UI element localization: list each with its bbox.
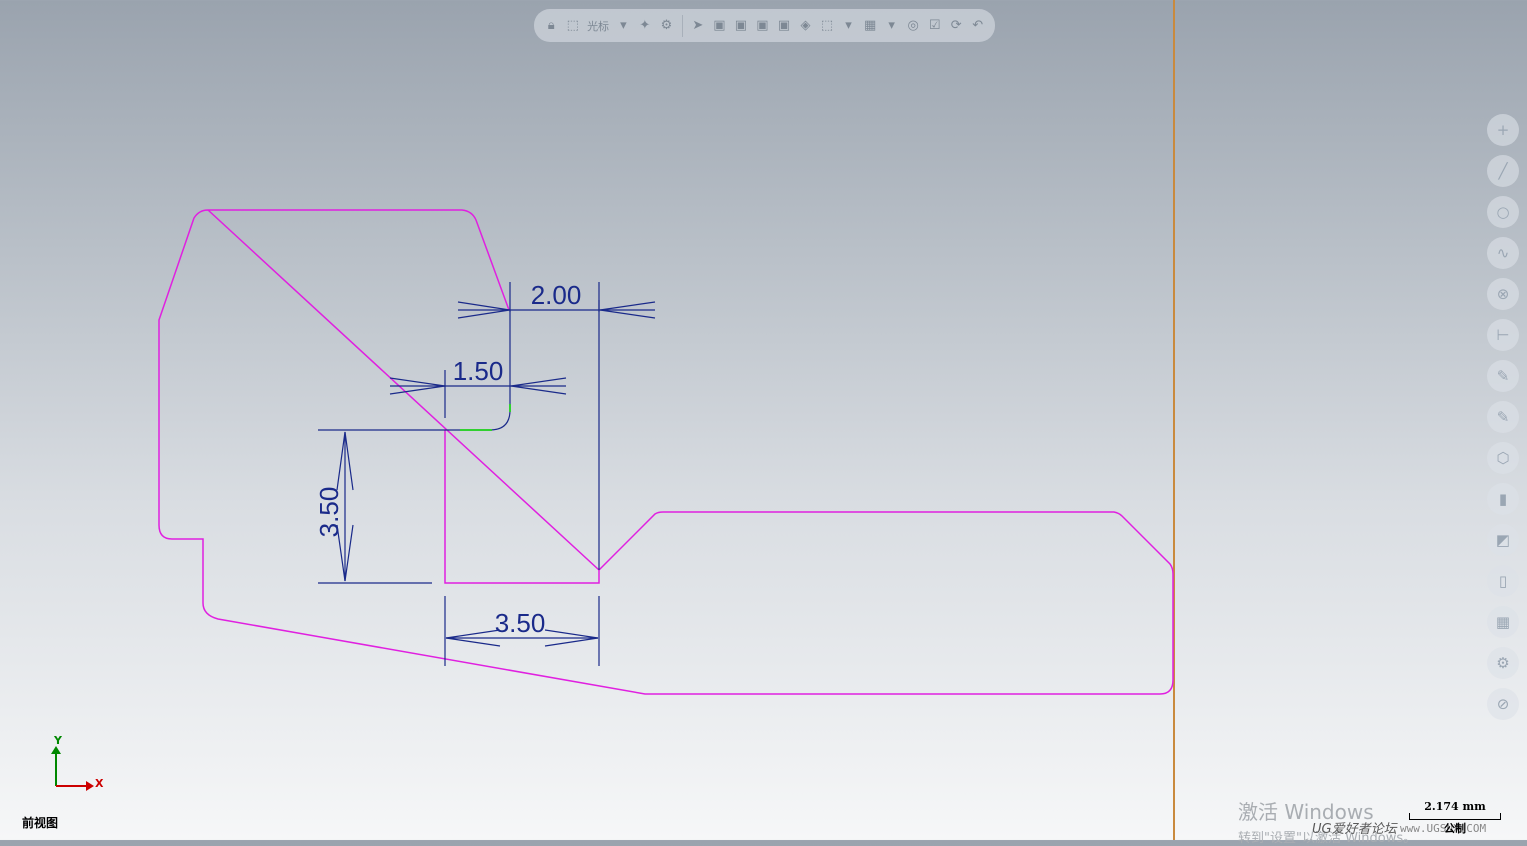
scale-unit: 公制: [1444, 822, 1466, 835]
axis-y-label: Y: [53, 734, 63, 747]
axis-x-label: X: [95, 777, 104, 790]
highlight-segment[interactable]: [460, 404, 511, 431]
dimension-3.50-vertical[interactable]: 3.50: [314, 431, 354, 582]
scale-indicator: 2.174 mm 公制: [1407, 800, 1503, 836]
scale-bar: [1409, 813, 1501, 820]
dimension-2.00[interactable]: 2.00: [457, 280, 656, 319]
sketch-profile[interactable]: [158, 209, 1174, 695]
slot-profile[interactable]: [444, 430, 600, 584]
forum-watermark: UG爱好者论坛: [1312, 822, 1397, 837]
dimension-text-3.50-vertical: 3.50: [314, 487, 344, 538]
scale-value: 2.174 mm: [1424, 800, 1486, 813]
graphics-viewport[interactable]: 🔒︎ ⬚ 光标 ▾ ✦ ⚙ ➤ ▣ ▣ ▣ ▣ ◈ ⬚ ▾ ▦ ▾ ◎ ☑ ⟳ …: [0, 0, 1527, 846]
dimension-text-2.00: 2.00: [531, 280, 582, 310]
dimension-1.50[interactable]: 1.50: [389, 356, 567, 395]
dimension-text-3.50-horizontal: 3.50: [495, 608, 546, 638]
view-name-label: 前视图: [22, 816, 59, 830]
sketch-canvas: 2.00 1.50 3.50 3.50 Y X: [51, 209, 1174, 791]
dimension-text-1.50: 1.50: [453, 356, 504, 386]
construction-lines[interactable]: [318, 300, 600, 666]
dimension-3.50-horizontal[interactable]: 3.50: [445, 608, 599, 647]
axis-triad: Y X: [51, 734, 104, 791]
